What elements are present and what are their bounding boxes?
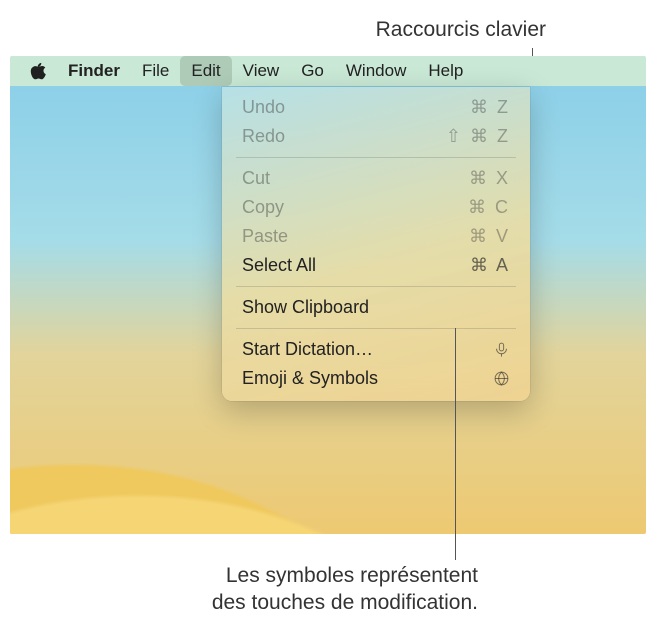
menu-label: Emoji & Symbols (242, 368, 378, 389)
callout-text-line: Les symboles représentent (212, 562, 478, 589)
menubar-view[interactable]: View (232, 56, 291, 86)
menu-label: Undo (242, 97, 285, 118)
menubar-app-name[interactable]: Finder (57, 56, 131, 86)
menu-label: Start Dictation… (242, 339, 373, 360)
menu-separator (236, 328, 516, 329)
menu-item-copy[interactable]: Copy ⌘ C (222, 193, 530, 222)
callout-keyboard-shortcuts: Raccourcis clavier (376, 18, 546, 42)
menubar-edit[interactable]: Edit (180, 56, 231, 86)
menu-item-undo[interactable]: Undo ⌘ Z (222, 93, 530, 122)
menu-separator (236, 157, 516, 158)
apple-menu-icon[interactable] (26, 56, 57, 86)
menu-shortcut: ⌘ X (469, 168, 510, 189)
menubar-go[interactable]: Go (290, 56, 335, 86)
menu-shortcut: ⌘ A (470, 255, 510, 276)
menu-shortcut: ⌘ Z (470, 97, 510, 118)
menu-shortcut: ⌘ V (469, 226, 510, 247)
callout-modifier-keys: Les symboles représentent des touches de… (212, 562, 478, 617)
menu-item-show-clipboard[interactable]: Show Clipboard (222, 293, 530, 322)
edit-menu-dropdown: Undo ⌘ Z Redo ⇧ ⌘ Z Cut ⌘ X Copy ⌘ C Pas… (222, 87, 530, 401)
menubar-window[interactable]: Window (335, 56, 417, 86)
menu-item-redo[interactable]: Redo ⇧ ⌘ Z (222, 122, 530, 151)
menu-item-select-all[interactable]: Select All ⌘ A (222, 251, 530, 280)
globe-icon (492, 370, 510, 388)
callout-text-line: des touches de modification. (212, 589, 478, 616)
menu-item-emoji-symbols[interactable]: Emoji & Symbols (222, 364, 530, 393)
menu-label: Show Clipboard (242, 297, 369, 318)
menu-item-start-dictation[interactable]: Start Dictation… (222, 335, 530, 364)
menu-item-cut[interactable]: Cut ⌘ X (222, 164, 530, 193)
menu-item-paste[interactable]: Paste ⌘ V (222, 222, 530, 251)
menubar-help[interactable]: Help (417, 56, 474, 86)
menu-label: Redo (242, 126, 285, 147)
menubar: Finder File Edit View Go Window Help (10, 56, 646, 86)
menu-shortcut: ⇧ ⌘ Z (446, 126, 510, 147)
microphone-icon (492, 341, 510, 359)
macos-screenshot: Finder File Edit View Go Window Help Und… (10, 56, 646, 534)
menu-separator (236, 286, 516, 287)
menu-label: Copy (242, 197, 284, 218)
menubar-file[interactable]: File (131, 56, 180, 86)
callout-line (455, 328, 456, 560)
menu-label: Select All (242, 255, 316, 276)
menu-label: Cut (242, 168, 270, 189)
menu-label: Paste (242, 226, 288, 247)
menu-shortcut: ⌘ C (468, 197, 510, 218)
